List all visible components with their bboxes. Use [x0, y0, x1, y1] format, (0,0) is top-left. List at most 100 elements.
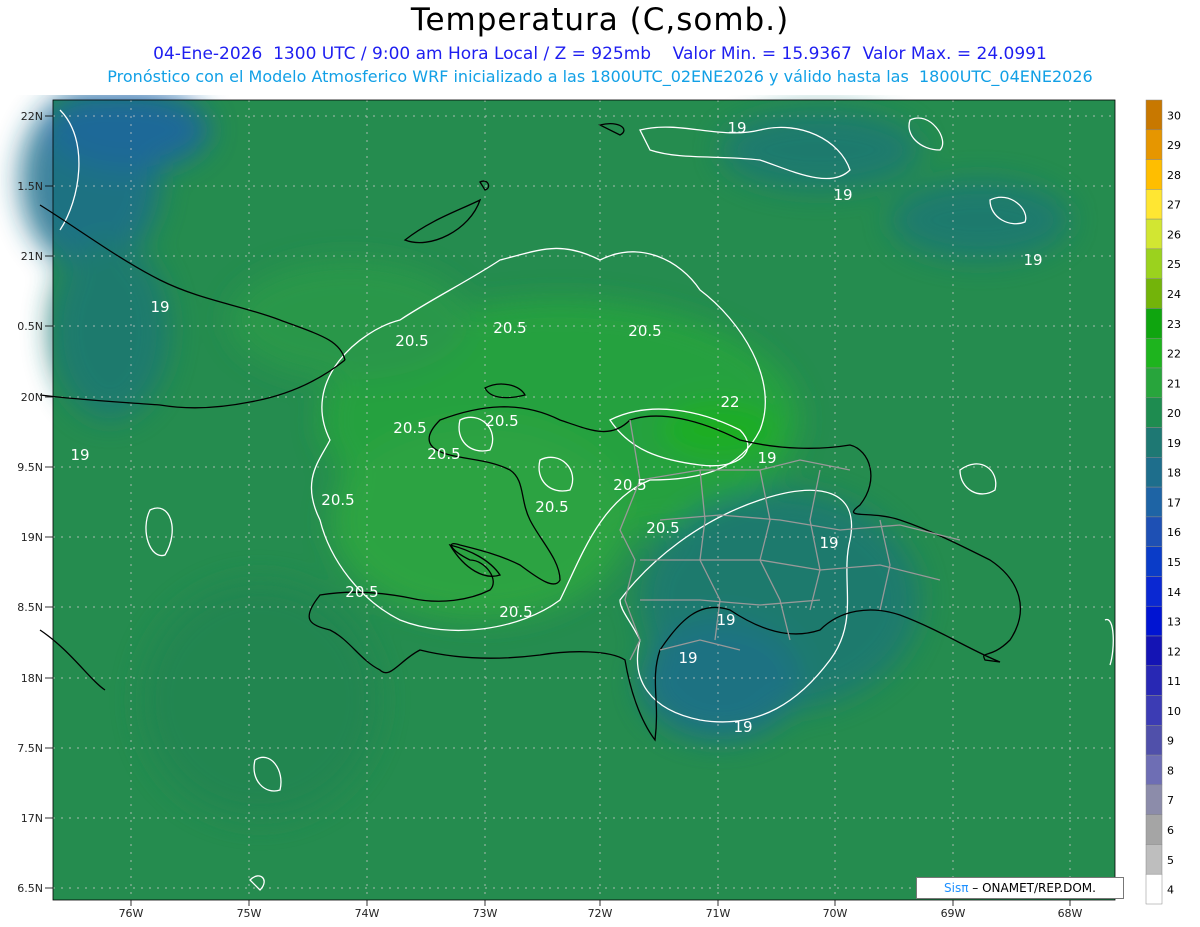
contour-label: 19 [70, 446, 89, 464]
y-tick-label: 1.5N [17, 180, 43, 193]
colorbar-swatch [1145, 99, 1163, 131]
y-tick-label: 17N [21, 812, 43, 825]
colorbar-label: 27 [1167, 199, 1181, 212]
contour-label: 22 [720, 393, 739, 411]
temperature-map: 22N 1.5N 21N 0.5N 20N 9.5N 19N 8.5N 18N 7.5N 17N 6.… [17, 95, 1181, 920]
x-tick-label: 73W [473, 907, 498, 920]
colorbar-label: 16 [1167, 526, 1181, 539]
x-tick-label: 68W [1058, 907, 1083, 920]
contour-label: 19 [678, 649, 697, 667]
contour-label: 20.5 [646, 519, 679, 537]
map-subtitle-model: Pronóstico con el Modelo Atmosferico WRF… [107, 67, 1093, 86]
colorbar-label: 25 [1167, 258, 1181, 271]
colorbar-label: 12 [1167, 645, 1181, 658]
colorbar-swatch [1145, 397, 1163, 428]
x-tick-label: 72W [588, 907, 613, 920]
y-tick-label: 7.5N [17, 742, 43, 755]
contour-label: 19 [757, 449, 776, 467]
colorbar-label: 29 [1167, 139, 1181, 152]
colorbar-swatch [1145, 427, 1163, 458]
contour-label: 19 [727, 119, 746, 137]
y-tick-label: 0.5N [17, 320, 43, 333]
colorbar: 30 29 28 27 26 25 24 23 22 21 20 19 18 17 16 15 14 13 12 11… [1145, 99, 1181, 905]
colorbar-label: 9 [1167, 735, 1174, 748]
x-tick-label: 74W [355, 907, 380, 920]
colorbar-label: 22 [1167, 348, 1181, 361]
colorbar-label: 6 [1167, 824, 1174, 837]
colorbar-swatch [1145, 218, 1163, 250]
colorbar-swatch [1145, 159, 1163, 190]
colorbar-swatch [1145, 784, 1163, 815]
colorbar-label: 5 [1167, 854, 1174, 867]
colorbar-swatch [1145, 337, 1163, 369]
contour-label: 20.5 [613, 476, 646, 494]
contour-label: 20.5 [427, 445, 460, 463]
colorbar-swatch [1145, 576, 1163, 607]
colorbar-swatch [1145, 129, 1163, 160]
contour-label: 20.5 [485, 412, 518, 430]
contour-label: 19 [1023, 251, 1042, 269]
colorbar-label: 10 [1167, 705, 1181, 718]
credit-brand: Sisπ [944, 881, 969, 895]
contour-label: 20.5 [493, 319, 526, 337]
colorbar-swatch [1145, 278, 1163, 309]
y-tick-label: 20N [21, 391, 43, 404]
y-tick-label: 9.5N [17, 461, 43, 474]
colorbar-label: 20 [1167, 407, 1181, 420]
colorbar-label: 28 [1167, 169, 1181, 182]
colorbar-swatch [1145, 814, 1163, 845]
y-tick-label: 22N [21, 110, 43, 123]
colorbar-label: 11 [1167, 675, 1181, 688]
contour-label: 20.5 [395, 332, 428, 350]
colorbar-swatch [1145, 873, 1163, 905]
contour-label: 19 [733, 718, 752, 736]
y-tick-label: 19N [21, 531, 43, 544]
contour-label: 19 [150, 298, 169, 316]
colorbar-label: 23 [1167, 318, 1181, 331]
colorbar-label: 26 [1167, 228, 1181, 241]
colorbar-label: 13 [1167, 616, 1181, 629]
x-tick-label: 70W [823, 907, 848, 920]
colorbar-swatch [1145, 248, 1163, 279]
colorbar-swatch [1145, 546, 1163, 577]
colorbar-label: 8 [1167, 764, 1174, 777]
colorbar-swatch [1145, 189, 1163, 220]
map-title: Temperatura (C,somb.) [410, 2, 790, 38]
colorbar-swatch [1145, 308, 1163, 339]
contour-label: 20.5 [499, 603, 532, 621]
map-subtitle-time: 04-Ene-2026 1300 UTC / 9:00 am Hora Loca… [153, 44, 1047, 64]
colorbar-label: 7 [1167, 794, 1174, 807]
colorbar-swatch [1145, 844, 1163, 875]
contour-label: 20.5 [345, 583, 378, 601]
y-tick-label: 6.5N [17, 882, 43, 895]
y-tick-label: 18N [21, 672, 43, 685]
colorbar-swatch [1145, 665, 1163, 696]
colorbar-label: 14 [1167, 586, 1181, 599]
contour-label: 20.5 [535, 498, 568, 516]
x-tick-label: 71W [706, 907, 731, 920]
colorbar-label: 24 [1167, 288, 1181, 301]
colorbar-swatch [1145, 695, 1163, 726]
x-tick-label: 75W [237, 907, 262, 920]
y-tick-label: 8.5N [17, 601, 43, 614]
colorbar-swatch [1145, 605, 1163, 637]
y-tick-label: 21N [21, 250, 43, 263]
colorbar-swatch [1145, 635, 1163, 667]
contour-label: 20.5 [393, 419, 426, 437]
colorbar-label: 30 [1167, 109, 1181, 122]
contour-label: 19 [819, 534, 838, 552]
colorbar-label: 15 [1167, 556, 1181, 569]
colorbar-label: 19 [1167, 437, 1181, 450]
contour-label: 20.5 [321, 491, 354, 509]
colorbar-label: 17 [1167, 496, 1181, 509]
credit-box: Sisπ – ONAMET/REP.DOM. [916, 877, 1124, 899]
colorbar-swatch [1145, 725, 1163, 756]
colorbar-label: 21 [1167, 377, 1181, 390]
contour-label: 19 [833, 186, 852, 204]
credit-text: – ONAMET/REP.DOM. [972, 881, 1096, 895]
x-tick-label: 69W [941, 907, 966, 920]
x-axis-labels: 76W 75W 74W 73W 72W 71W 70W 69W 68W [119, 900, 1083, 920]
colorbar-swatch [1145, 486, 1163, 518]
contour-label: 19 [716, 611, 735, 629]
colorbar-label: 4 [1167, 884, 1174, 897]
